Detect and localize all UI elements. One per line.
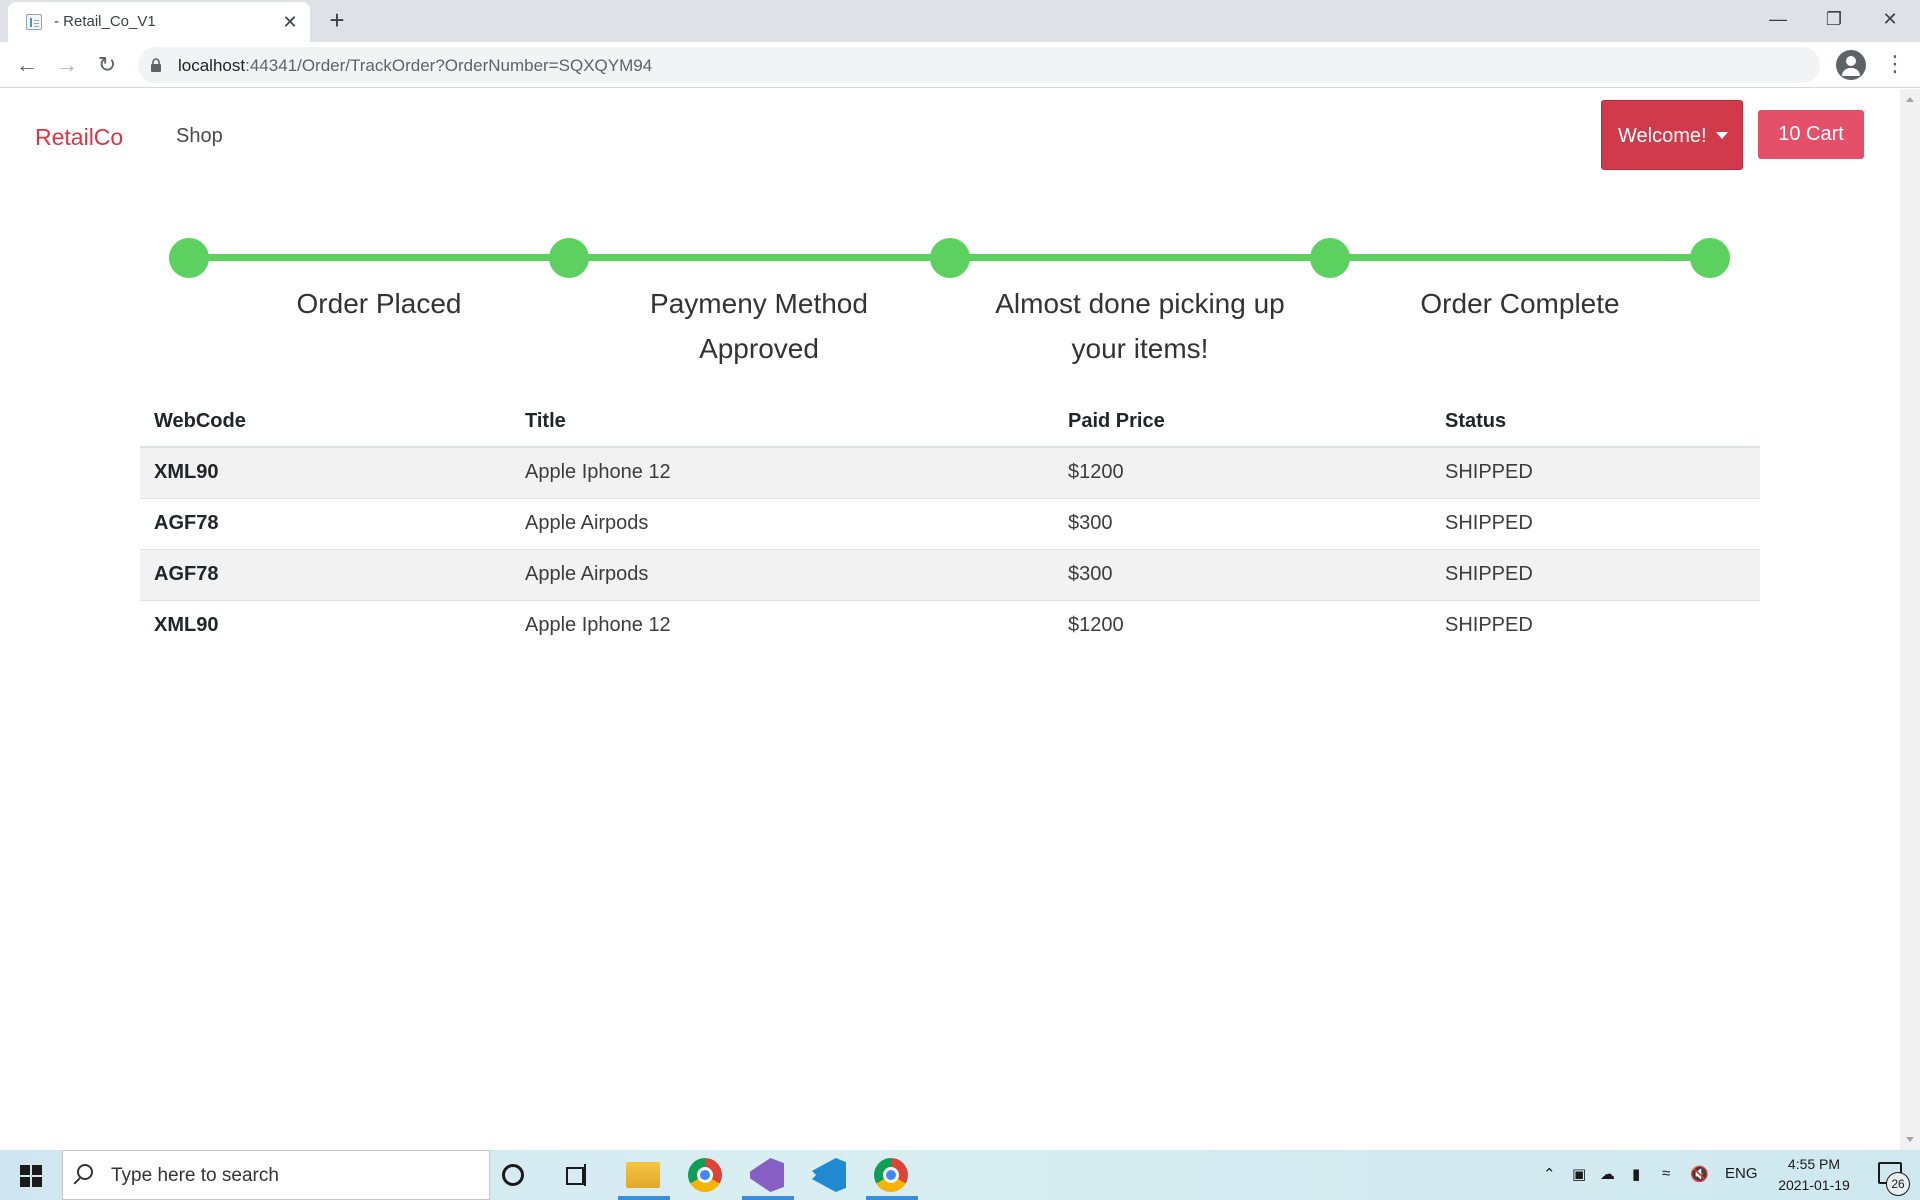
browser-toolbar: ← → ↻ localhost:44341/Order/TrackOrder?O… [0,42,1920,88]
explorer-active-indicator [618,1196,670,1200]
window-close-icon[interactable]: ✕ [1862,0,1918,40]
step-label-payment-approved: Paymeny Method Approved [650,288,868,364]
status-cell: SHIPPED [1431,446,1760,498]
browser-tab[interactable]: - Retail_Co_V1 ✕ [8,2,310,42]
table-header-row: WebCode Title Paid Price Status [140,396,1760,448]
webcode-cell: AGF78 [140,548,511,600]
scroll-down-arrow-icon[interactable] [1906,1137,1914,1142]
step-label-order-placed: Order Placed [296,288,462,319]
brand-logo-link[interactable]: RetailCo [35,124,123,151]
order-items-table: WebCode Title Paid Price Status XML90 Ap… [140,396,1760,651]
title-cell: Apple Iphone 12 [511,446,1054,498]
progress-step-dot [930,238,970,278]
reload-icon[interactable]: ↻ [91,49,123,81]
price-cell: $1200 [1054,599,1431,651]
status-cell: SHIPPED [1431,548,1760,600]
progress-step-dot [1690,238,1730,278]
chrome-active-icon[interactable] [874,1158,908,1192]
cart-button[interactable]: 10 Cart [1758,110,1864,159]
column-header-paid-price: Paid Price [1054,396,1431,448]
progress-step-dot [549,238,589,278]
tab-title: - Retail_Co_V1 [54,13,156,30]
minimize-icon[interactable]: — [1750,0,1806,40]
step-label-picking-items: Almost done picking up your items! [995,288,1285,364]
clock-time: 4:55 PM [1787,1156,1841,1172]
task-view-icon[interactable] [566,1164,590,1186]
url-host: localhost [178,56,246,75]
chrome-active-indicator [866,1196,918,1200]
page-favicon-icon [26,14,42,30]
meet-now-icon[interactable]: ▣ [1572,1165,1586,1183]
file-explorer-icon[interactable] [626,1162,660,1188]
vertical-scrollbar[interactable] [1900,89,1920,1150]
battery-icon[interactable]: ▮ [1632,1165,1640,1183]
taskbar-search-box[interactable]: Type here to search [62,1150,490,1200]
status-cell: SHIPPED [1431,497,1760,549]
webcode-cell: XML90 [140,446,511,498]
close-tab-icon[interactable]: ✕ [278,10,302,34]
title-cell: Apple Iphone 12 [511,599,1054,651]
url-path: :44341/Order/TrackOrder?OrderNumber=SQXQ… [245,56,653,75]
wifi-icon[interactable]: ≈ [1662,1165,1670,1182]
price-cell: $1200 [1054,446,1431,498]
table-row: XML90 Apple Iphone 12 $1200 SHIPPED [140,446,1760,498]
vscode-icon[interactable] [812,1158,846,1192]
column-header-title: Title [511,396,1054,448]
new-tab-icon[interactable]: + [322,6,352,36]
welcome-label: Welcome! [1618,125,1707,147]
windows-start-icon[interactable] [20,1165,42,1187]
profile-avatar-icon[interactable] [1836,50,1866,80]
lock-icon [151,58,161,72]
scroll-up-arrow-icon[interactable] [1906,97,1914,102]
system-clock[interactable]: 4:55 PM 2021-01-19 [1766,1154,1862,1196]
page-content: RetailCo Shop Welcome! 10 Cart Order Pla… [0,89,1900,1150]
clock-date: 2021-01-19 [1778,1177,1850,1193]
webcode-cell: AGF78 [140,497,511,549]
address-bar[interactable]: localhost:44341/Order/TrackOrder?OrderNu… [138,47,1820,83]
title-cell: Apple Airpods [511,497,1054,549]
progress-step-dot [1310,238,1350,278]
forward-arrow-icon[interactable]: → [51,49,83,81]
browser-tab-bar: - Retail_Co_V1 ✕ + — ❐ ✕ [0,0,1920,42]
step-label-order-complete: Order Complete [1420,288,1620,319]
visual-studio-icon[interactable] [750,1158,784,1192]
volume-muted-icon[interactable]: 🔇 [1690,1165,1709,1183]
welcome-dropdown-button[interactable]: Welcome! [1601,100,1743,170]
price-cell: $300 [1054,548,1431,600]
search-placeholder: Type here to search [111,1165,279,1186]
table-row: AGF78 Apple Airpods $300 SHIPPED [140,548,1760,600]
nav-link-shop[interactable]: Shop [176,125,223,148]
column-header-webcode: WebCode [140,396,511,448]
search-icon [77,1164,93,1180]
webcode-cell: XML90 [140,599,511,651]
cortana-icon[interactable] [502,1164,524,1186]
onedrive-cloud-icon[interactable]: ☁ [1600,1165,1615,1183]
table-row: XML90 Apple Iphone 12 $1200 SHIPPED [140,599,1760,651]
title-cell: Apple Airpods [511,548,1054,600]
status-cell: SHIPPED [1431,599,1760,651]
windows-taskbar: Type here to search ⌃ ▣ ☁ ▮ ≈ 🔇 ENG 4:55… [0,1150,1920,1200]
table-row: AGF78 Apple Airpods $300 SHIPPED [140,497,1760,549]
price-cell: $300 [1054,497,1431,549]
kebab-menu-icon[interactable]: ⋮ [1884,50,1906,80]
progress-step-dot [169,238,209,278]
column-header-status: Status [1431,396,1760,448]
caret-down-icon [1716,132,1728,139]
url-text: localhost:44341/Order/TrackOrder?OrderNu… [178,56,652,76]
back-arrow-icon[interactable]: ← [11,49,43,81]
chrome-icon[interactable] [688,1158,722,1192]
show-hidden-icons-chevron-icon[interactable]: ⌃ [1543,1165,1556,1183]
notification-count-badge: 26 [1886,1172,1910,1196]
language-indicator[interactable]: ENG [1725,1165,1758,1182]
visual-studio-active-indicator [742,1196,794,1200]
restore-icon[interactable]: ❐ [1806,0,1862,40]
